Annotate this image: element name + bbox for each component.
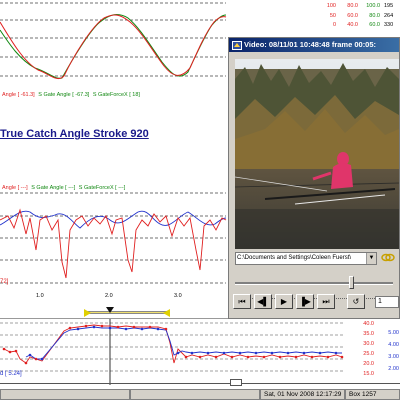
video-frame <box>235 59 399 249</box>
play-button[interactable]: ▶ <box>275 294 293 309</box>
loop-icon: ↺ <box>352 297 360 306</box>
x-tick-2: 2.0 <box>105 293 113 299</box>
bottom-blue-series <box>25 326 342 360</box>
play-icon: ▶ <box>280 297 288 306</box>
video-path-select[interactable]: C:\Documents and Settings\Coleen Fuerst\… <box>235 252 377 265</box>
axis-readouts: 100 50 0 80.0 60.0 40.0 100.0 80.0 60.0 195 264… <box>312 0 400 40</box>
seek-end-button[interactable]: ⏭ <box>317 294 335 309</box>
red-curve <box>0 14 227 80</box>
red-trace <box>0 208 227 279</box>
rower-scene <box>235 59 399 249</box>
bottom-label: d [ 5.24] <box>0 371 22 377</box>
video-titlebar[interactable]: Video: 08/11/01 10:48:48 frame 00:05: <box>229 38 399 52</box>
green-curve <box>0 14 227 79</box>
seek-end-icon: ⏭ <box>322 297 330 306</box>
range-right-handle[interactable] <box>163 309 170 317</box>
range-selector[interactable] <box>84 307 170 317</box>
link-icon[interactable] <box>381 252 395 263</box>
top-legend: Angle [ -61.3] S Gate Angle [ -67.3] S G… <box>2 92 142 98</box>
readout-col-2: 80.0 60.0 40.0 <box>347 3 358 28</box>
step-forward-icon: ▐▶ <box>299 297 311 306</box>
legend-s-gate-forcex: S GateForceX [ 18] <box>92 92 140 98</box>
app-icon <box>232 40 242 50</box>
x-axis: 1.0 2.0 3.0 <box>0 290 228 300</box>
legend-gate-angle: Angle [ -61.3] <box>2 92 35 98</box>
step-forward-button[interactable]: ▐▶ <box>296 294 314 309</box>
chart-title: True Catch Angle Stroke 920 <box>0 128 149 140</box>
video-path-value: C:\Documents and Settings\Coleen Fuerst\ <box>237 255 352 261</box>
horizontal-scrollbar[interactable] <box>0 379 400 387</box>
frame-input[interactable]: 1 <box>375 296 399 308</box>
video-position-slider[interactable] <box>235 276 393 290</box>
status-datetime: Sat, 01 Nov 2008 12:17:29 <box>260 389 345 400</box>
video-window[interactable]: Video: 08/11/01 10:48:48 frame 00:05: C:… <box>228 37 400 319</box>
chevron-down-icon[interactable]: ▼ <box>366 253 376 264</box>
seek-start-button[interactable]: ⏮ <box>233 294 251 309</box>
mid-curves <box>0 192 227 284</box>
video-slider-thumb[interactable] <box>349 276 354 289</box>
range-left-handle[interactable] <box>84 309 91 317</box>
bottom-blue-markers <box>28 325 338 361</box>
readout-col-3: 100.0 80.0 60.0 <box>366 3 380 28</box>
blue-curve <box>0 210 227 229</box>
bottom-axis-right: 5.00 4.00 3.00 2.00 <box>388 330 399 372</box>
status-box: Box 1257 <box>345 389 400 400</box>
seek-start-icon: ⏮ <box>238 297 246 306</box>
readout-col-1: 100 50 0 <box>326 3 336 28</box>
scrollbar-thumb[interactable] <box>230 379 242 386</box>
status-empty-2 <box>130 389 260 400</box>
top-curves <box>0 2 227 80</box>
playhead-marker[interactable] <box>106 307 114 313</box>
legend-s-gate-angle: S Gate Angle [ -67.3] <box>38 92 90 98</box>
bottom-axis-left: 40.0 35.0 30.0 25.0 20.0 15.0 <box>363 321 374 377</box>
mid-side-label: 72] <box>0 279 9 285</box>
loop-button[interactable]: ↺ <box>347 294 365 309</box>
status-empty-1 <box>0 389 130 400</box>
step-back-icon: ◀▌ <box>257 297 269 306</box>
video-title: Video: 08/11/01 10:48:48 frame 00:05: <box>244 40 377 49</box>
x-tick-1: 1.0 <box>36 293 44 299</box>
readout-col-4: 195 264 330 <box>384 3 394 28</box>
x-tick-3: 3.0 <box>174 293 182 299</box>
step-back-button[interactable]: ◀▌ <box>254 294 272 309</box>
